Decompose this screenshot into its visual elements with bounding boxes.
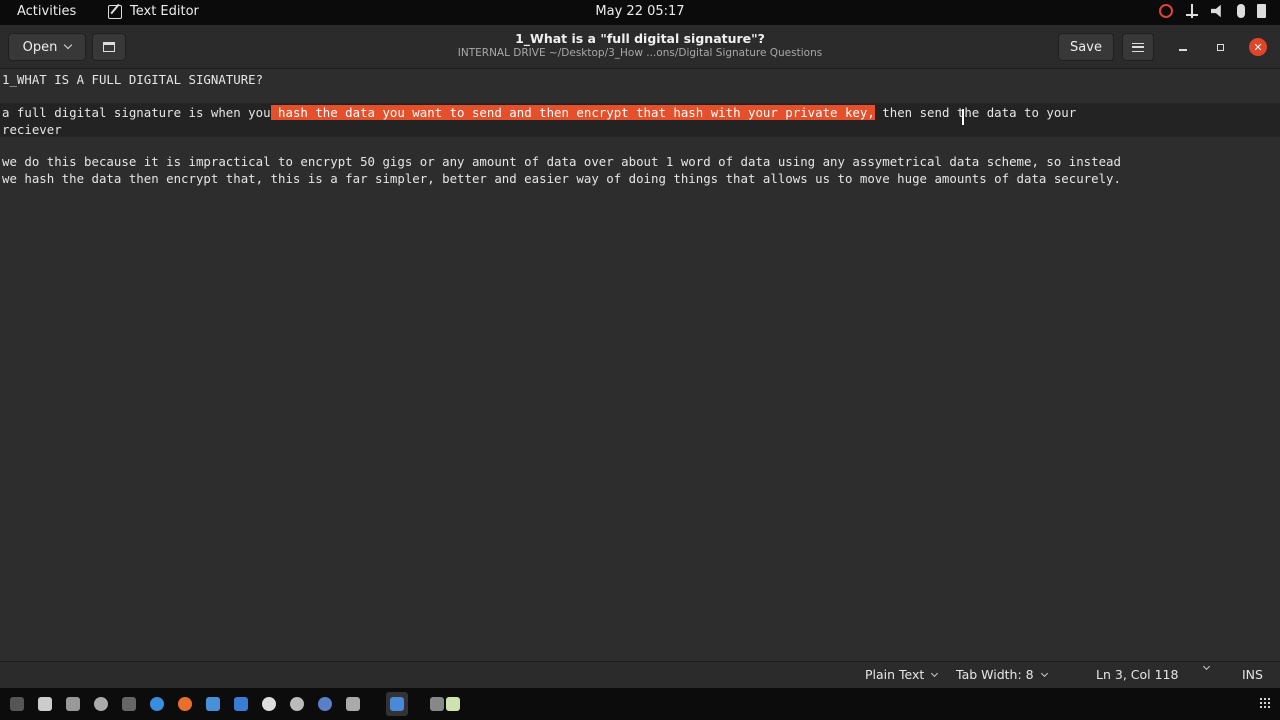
taskbar — [0, 688, 1280, 720]
chrome-icon[interactable] — [150, 697, 164, 711]
minimize-icon — [1179, 49, 1187, 51]
main-menu-button[interactable] — [1122, 33, 1154, 61]
games-icon[interactable] — [346, 697, 360, 711]
text-line-3[interactable]: a full digital signature is when you has… — [2, 104, 1076, 121]
text-line-3-end: then send the data to your — [874, 105, 1077, 120]
text-line-5-wrapped[interactable]: we hash the data then encrypt that, this… — [2, 170, 1121, 187]
minimize-button[interactable] — [1174, 38, 1192, 56]
text-editor-area[interactable]: 1_WHAT IS A FULL DIGITAL SIGNATURE? a fu… — [0, 69, 1280, 661]
status-bar: Plain Text Tab Width: 8 Ln 3, Col 118 IN… — [0, 661, 1280, 688]
header-bar: Open 1_What is a "full digital signature… — [0, 25, 1280, 69]
text-selection[interactable]: hash the data you want to send and then … — [270, 105, 875, 120]
new-tab-icon — [103, 42, 115, 52]
maximize-button[interactable] — [1211, 38, 1229, 56]
show-desktop-icon[interactable] — [10, 697, 24, 711]
app-grid-icon[interactable] — [1259, 697, 1271, 709]
hamburger-icon — [1132, 42, 1144, 52]
clock[interactable]: May 22 05:17 — [595, 4, 684, 19]
battery-icon[interactable] — [1257, 4, 1266, 18]
app-menu-label: Text Editor — [130, 4, 199, 19]
cursor-position-label: Ln 3, Col 118 — [1096, 667, 1179, 682]
files-icon[interactable] — [38, 697, 52, 711]
terminal-icon[interactable] — [122, 697, 136, 711]
insert-mode-label: INS — [1242, 667, 1263, 682]
tab-width-label: Tab Width: 8 — [956, 667, 1034, 682]
chevron-down-icon — [64, 40, 73, 50]
discord-icon[interactable] — [262, 697, 276, 711]
text-editor-icon — [108, 4, 122, 19]
close-button[interactable]: ✕ — [1249, 38, 1267, 56]
network-icon[interactable] — [1185, 4, 1199, 18]
text-editor-dock-item[interactable] — [386, 692, 408, 716]
position-menu-button[interactable] — [1202, 662, 1211, 671]
screenshot-icon[interactable] — [66, 697, 80, 711]
vscode-icon[interactable] — [206, 697, 220, 711]
activities-button[interactable]: Activities — [17, 4, 76, 19]
app-menu[interactable]: Text Editor — [108, 4, 199, 19]
open-button-label: Open — [22, 39, 58, 55]
document-viewer-icon[interactable] — [234, 697, 248, 711]
system-tray[interactable] — [1159, 4, 1266, 18]
insert-mode-indicator[interactable]: INS — [1242, 667, 1263, 682]
volume-icon[interactable] — [1211, 4, 1221, 18]
new-document-button[interactable] — [92, 33, 126, 61]
maximize-icon — [1216, 43, 1224, 51]
mouse-cursor-icon — [962, 109, 964, 125]
open-button[interactable]: Open — [8, 33, 86, 61]
close-icon: ✕ — [1253, 40, 1263, 54]
save-button[interactable]: Save — [1058, 33, 1114, 61]
chevron-down-icon — [1040, 669, 1048, 677]
vpn-icon[interactable] — [318, 697, 332, 711]
microphone-icon[interactable] — [1237, 4, 1245, 18]
text-line-3-start: a full digital signature is when you — [2, 105, 271, 120]
text-line-3-wrapped[interactable]: reciever — [2, 121, 62, 138]
language-label: Plain Text — [865, 667, 925, 682]
update-icon[interactable] — [1159, 4, 1173, 18]
top-bar: Activities Text Editor May 22 05:17 — [0, 0, 1280, 25]
tab-width-selector[interactable]: Tab Width: 8 — [956, 667, 1048, 682]
steam-icon[interactable] — [290, 697, 304, 711]
firefox-icon[interactable] — [178, 697, 192, 711]
text-line-5[interactable]: we do this because it is impractical to … — [2, 153, 1121, 170]
settings-icon[interactable] — [94, 697, 108, 711]
cursor-position-selector[interactable]: Ln 3, Col 118 — [1096, 667, 1178, 682]
archive-icon[interactable] — [430, 697, 444, 711]
text-editor-icon — [390, 697, 404, 711]
text-line-1[interactable]: 1_WHAT IS A FULL DIGITAL SIGNATURE? — [2, 71, 263, 88]
notes-icon[interactable] — [446, 697, 460, 711]
chevron-down-icon — [931, 669, 939, 677]
chevron-down-icon — [1202, 662, 1211, 671]
language-selector[interactable]: Plain Text — [865, 667, 939, 682]
